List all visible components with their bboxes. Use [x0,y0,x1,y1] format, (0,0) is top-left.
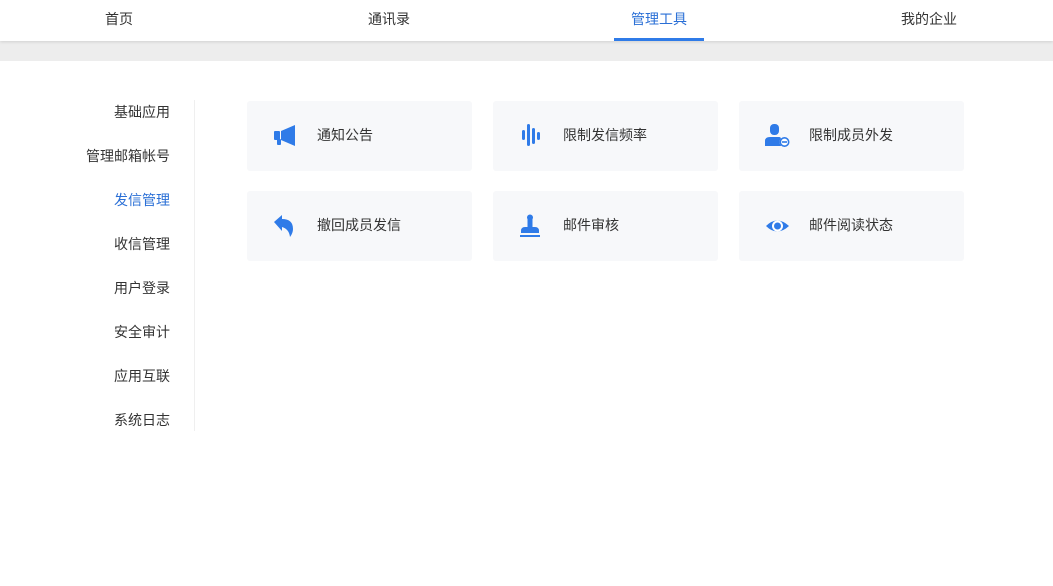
sidebar-item-user-login[interactable]: 用户登录 [114,279,170,299]
eye-icon [766,220,789,232]
sidebar-item-security-audit[interactable]: 安全审计 [114,323,170,343]
stamp-icon [520,214,540,237]
tool-card-label: 限制成员外发 [809,128,893,144]
user-restrict-icon [765,124,790,147]
tool-card-limit-external-send[interactable]: 限制成员外发 [739,101,964,171]
tab-home[interactable]: 首页 [79,0,159,41]
sidebar-item-app-interconnect[interactable]: 应用互联 [114,367,170,387]
tool-card-label: 通知公告 [317,128,373,144]
tool-card-read-status[interactable]: 邮件阅读状态 [739,191,964,261]
tool-card-label: 撤回成员发信 [317,218,401,234]
sidebar-item-sending-management[interactable]: 发信管理 [114,191,170,211]
tab-admin-tools[interactable]: 管理工具 [614,0,704,41]
sidebar-item-basic-apps[interactable]: 基础应用 [114,103,170,123]
undo-arrow-icon [274,215,293,237]
active-tab-indicator [614,38,704,41]
tool-card-label: 邮件阅读状态 [809,218,893,234]
tool-card-recall-member-mail[interactable]: 撤回成员发信 [247,191,472,261]
sidebar-item-mailbox-accounts[interactable]: 管理邮箱帐号 [86,147,170,167]
megaphone-icon [274,125,295,146]
tool-card-limit-send-rate[interactable]: 限制发信频率 [493,101,718,171]
sidebar: 基础应用 管理邮箱帐号 发信管理 收信管理 用户登录 安全审计 应用互联 系统日… [0,100,195,431]
header-divider-band [0,41,1053,61]
tab-contacts[interactable]: 通讯录 [349,0,429,41]
top-navigation: 首页 通讯录 管理工具 我的企业 [0,0,1053,41]
sidebar-item-system-log[interactable]: 系统日志 [114,411,170,431]
tool-card-label: 限制发信频率 [563,128,647,144]
tool-card-label: 邮件审核 [563,218,619,234]
tool-card-announcement[interactable]: 通知公告 [247,101,472,171]
tab-my-enterprise[interactable]: 我的企业 [884,0,974,41]
frequency-bars-icon [522,124,540,146]
sidebar-item-receiving-management[interactable]: 收信管理 [114,235,170,255]
tool-card-mail-review[interactable]: 邮件审核 [493,191,718,261]
